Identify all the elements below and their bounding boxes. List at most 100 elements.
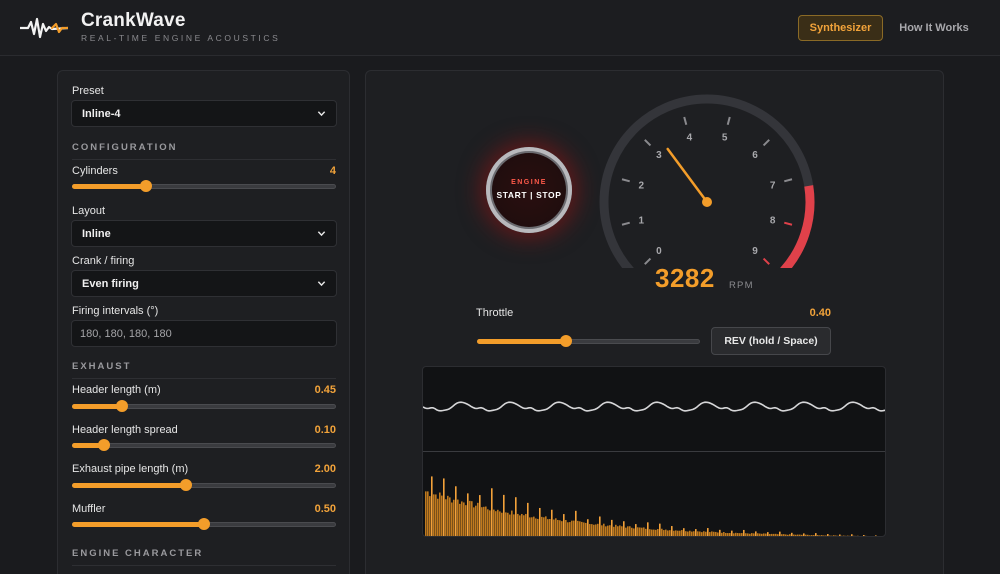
spectrum-bar	[579, 521, 581, 536]
spectrum-bar	[813, 535, 815, 536]
spectrum-bar	[643, 527, 645, 536]
layout-select[interactable]: Inline	[71, 220, 337, 247]
spectrum-bar	[763, 533, 765, 536]
spectrum-bar	[789, 534, 791, 536]
spectrum-bar	[647, 522, 649, 536]
engine-start-stop-button[interactable]: ENGINE START | STOP	[486, 147, 572, 233]
engine-button-caption: ENGINE	[511, 179, 547, 186]
header-spread-slider[interactable]	[72, 439, 336, 451]
spectrum-bar	[757, 533, 759, 536]
spectrum-bar	[589, 524, 591, 536]
slider-thumb[interactable]	[179, 479, 192, 491]
spectrum-bar	[857, 535, 859, 536]
spectrum-bar	[491, 488, 493, 536]
spectrum-bar	[481, 507, 483, 536]
spectrum-bar	[835, 535, 837, 536]
spectrum-bar	[575, 510, 577, 536]
spectrum-bar	[533, 516, 535, 536]
spectrum-bar	[597, 523, 599, 536]
spectrum-bar	[735, 532, 737, 536]
spectrum-bar	[785, 534, 787, 536]
muffler-slider[interactable]	[72, 518, 336, 530]
spectrum-bar	[467, 493, 469, 536]
spectrum-bar	[541, 516, 543, 536]
spectrum-bar	[821, 535, 823, 536]
firing-intervals-input[interactable]: 180, 180, 180, 180	[71, 320, 337, 347]
spectrum-bar	[861, 535, 863, 536]
spectrum-bar	[787, 534, 789, 536]
spectrum-bar	[849, 535, 851, 536]
spectrum-bar	[569, 522, 571, 536]
crank-select[interactable]: Even firing	[71, 270, 337, 297]
spectrum-bar	[749, 533, 751, 536]
spectrum-bar	[841, 535, 843, 536]
nav-how-it-works[interactable]: How It Works	[893, 15, 975, 41]
spectrum-bar	[799, 534, 801, 536]
exhaust-pipe-slider[interactable]	[72, 479, 336, 491]
spectrum-bar	[649, 529, 651, 536]
spectrum-bar	[435, 494, 437, 536]
waveform-icon	[20, 17, 68, 39]
tach-label: 1	[639, 216, 645, 227]
slider-thumb[interactable]	[198, 518, 210, 530]
spectrum-bar	[553, 519, 555, 536]
cylinders-slider[interactable]	[72, 180, 336, 192]
spectrum-bar	[817, 535, 819, 536]
spectrum-bar	[433, 494, 435, 536]
rpm-readout: 3282	[655, 263, 715, 293]
spectrum-bar	[781, 534, 783, 536]
spectrum-bar	[853, 535, 855, 536]
spectrum-bar	[633, 528, 635, 536]
spectrum-bar	[451, 502, 453, 536]
spectrum-bar	[667, 530, 669, 536]
spectrum-bar	[845, 535, 847, 536]
spectrum-bar	[445, 499, 447, 536]
spectrum-bar	[765, 533, 767, 536]
spectrum-bar	[485, 506, 487, 536]
slider-thumb[interactable]	[97, 439, 110, 451]
spectrum-bar	[655, 529, 657, 536]
spectrum-bar	[571, 520, 573, 536]
spectrum-bar	[833, 535, 835, 536]
spectrum-bar	[621, 526, 623, 536]
spectrum-bar	[609, 525, 611, 536]
rev-button[interactable]: REV (hold / Space)	[711, 327, 831, 355]
spectrum-bar	[685, 531, 687, 536]
spectrum-bar	[843, 535, 845, 536]
spectrum-bar	[663, 530, 665, 536]
tach-label: 7	[770, 180, 776, 191]
spectrum-bar	[715, 531, 717, 536]
spectrum-bar	[831, 535, 833, 536]
preset-select[interactable]: Inline-4	[71, 100, 337, 127]
spectrum-bar	[719, 529, 721, 536]
spectrum-bar	[777, 534, 779, 536]
section-exhaust: EXHAUST	[72, 361, 336, 379]
spectrum-bar	[631, 527, 633, 536]
nav-synthesizer[interactable]: Synthesizer	[798, 15, 883, 41]
spectrum-bar	[639, 527, 641, 536]
tach-tick	[621, 178, 630, 183]
slider-thumb[interactable]	[116, 400, 129, 412]
spectrum-bar	[627, 526, 629, 536]
slider-thumb[interactable]	[139, 180, 152, 192]
spectrum-bar	[733, 533, 735, 536]
spectrum-bar	[607, 525, 609, 536]
spectrum-bar	[499, 511, 501, 536]
spectrum-bar	[727, 533, 729, 536]
spectrum-bar	[497, 509, 499, 536]
spectrum-bar	[863, 535, 865, 536]
spectrum-bar	[475, 505, 477, 536]
slider-thumb[interactable]	[560, 335, 573, 347]
header-length-slider[interactable]	[72, 400, 336, 412]
spectrum-bar	[493, 509, 495, 536]
spectrum-bar	[791, 532, 793, 536]
spectrum-bar	[795, 534, 797, 536]
spectrum-bar	[513, 514, 515, 536]
spectrum-bar	[599, 516, 601, 536]
spectrum-bar	[693, 531, 695, 536]
spectrum-bar	[829, 535, 831, 536]
spectrum-bar	[865, 535, 867, 536]
throttle-slider[interactable]	[477, 335, 700, 347]
spectrum-bar	[737, 533, 739, 536]
spectrum-bar	[801, 534, 803, 536]
